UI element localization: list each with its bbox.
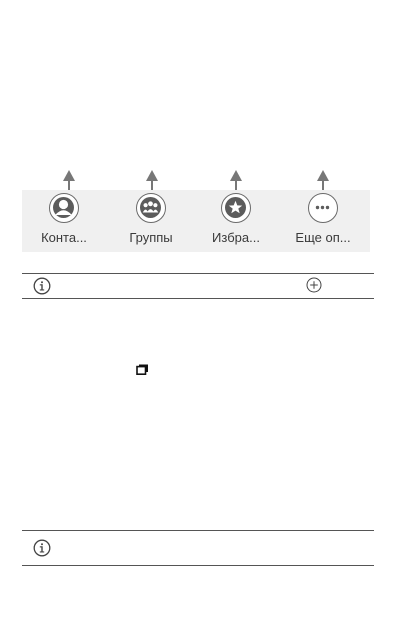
- bottom-tab-bar: Конта... Группы Избра... Еще оп...: [22, 190, 370, 252]
- tab-more-options[interactable]: Еще оп...: [281, 190, 365, 252]
- tab-groups-label: Группы: [129, 230, 173, 245]
- group-people-icon: [136, 193, 166, 223]
- info-icon: [33, 539, 51, 557]
- info-icon: [33, 277, 51, 295]
- favorite-star-icon: [221, 193, 251, 223]
- tab-contacts-label: Конта...: [41, 230, 87, 245]
- note-row-bottom: [22, 530, 374, 566]
- tab-favorites-label: Избра...: [212, 230, 260, 245]
- more-options-icon: [308, 193, 338, 223]
- note-row-top: [22, 273, 374, 299]
- recent-apps-icon: [136, 364, 148, 375]
- tab-groups[interactable]: Группы: [109, 190, 193, 252]
- tab-more-options-label: Еще оп...: [295, 230, 351, 245]
- contact-person-icon: [49, 193, 79, 223]
- add-circle-icon: [306, 277, 322, 293]
- tab-contacts[interactable]: Конта...: [22, 190, 106, 252]
- tab-favorites[interactable]: Избра...: [194, 190, 278, 252]
